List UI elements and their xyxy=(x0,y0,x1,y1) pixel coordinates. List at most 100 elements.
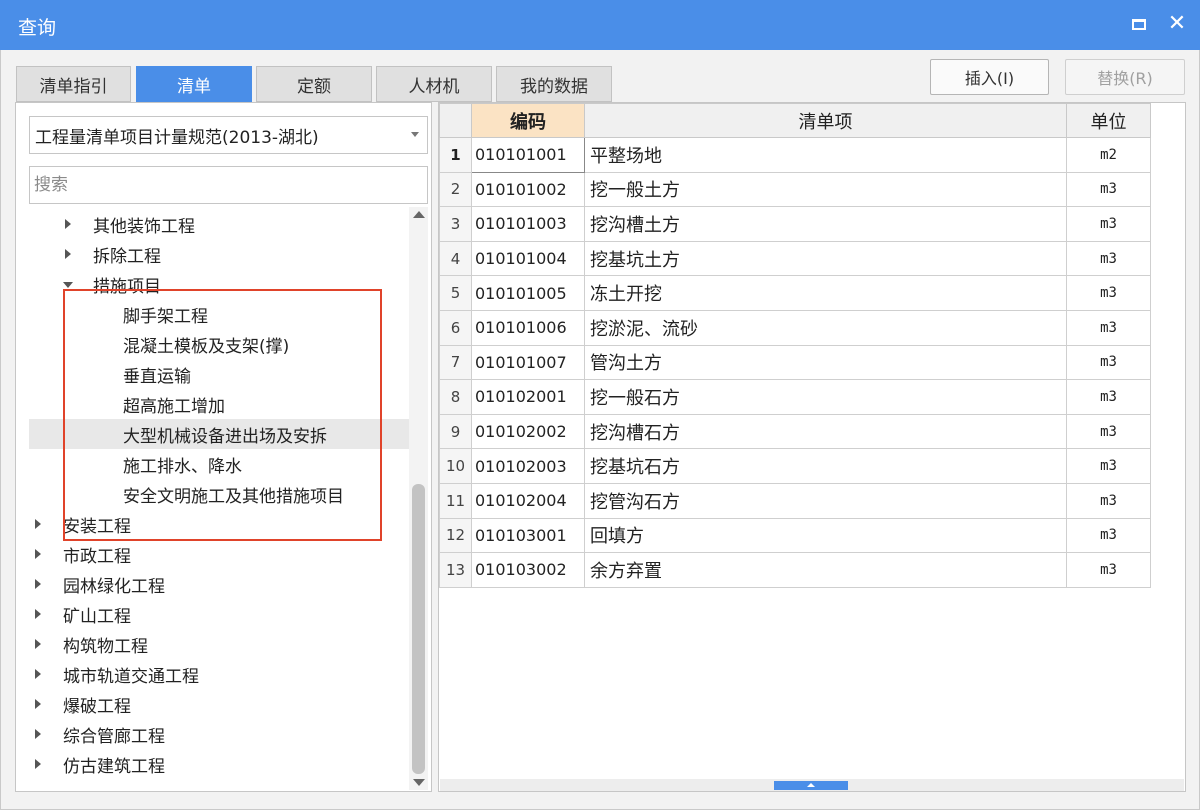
tree-item[interactable]: 矿山工程 xyxy=(29,599,409,629)
unit-cell[interactable]: m3 xyxy=(1066,275,1151,311)
code-cell[interactable]: 010103001 xyxy=(471,517,585,554)
tree-item[interactable]: 其他装饰工程 xyxy=(29,210,409,239)
code-cell[interactable]: 010101001 xyxy=(471,137,585,173)
tab-materials[interactable]: 人材机 xyxy=(376,66,492,102)
tree-item[interactable]: 垂直运输 xyxy=(29,359,409,389)
code-cell[interactable]: 010102002 xyxy=(471,413,585,450)
tree-item[interactable]: 安装工程 xyxy=(29,509,409,539)
search-input[interactable] xyxy=(29,166,428,204)
expand-right-icon[interactable] xyxy=(35,669,41,679)
expand-right-icon[interactable] xyxy=(65,219,71,229)
expand-right-icon[interactable] xyxy=(35,639,41,649)
scrollbar-thumb[interactable] xyxy=(412,484,425,774)
tree-item[interactable]: 大型机械设备进出场及安拆 xyxy=(29,419,409,449)
table-row[interactable]: 3 010101003 挖沟槽土方 m3 xyxy=(439,206,1151,242)
table-row[interactable]: 6 010101006 挖淤泥、流砂 m3 xyxy=(439,309,1151,346)
item-cell[interactable]: 冻土开挖 xyxy=(584,275,1067,311)
unit-cell[interactable]: m3 xyxy=(1066,379,1151,415)
expand-right-icon[interactable] xyxy=(65,249,71,259)
table-row[interactable]: 1 010101001 平整场地 m2 xyxy=(439,137,1151,173)
expand-right-icon[interactable] xyxy=(35,519,41,529)
expand-right-icon[interactable] xyxy=(35,759,41,769)
tree-item[interactable]: 爆破工程 xyxy=(29,689,409,719)
code-cell[interactable]: 010101002 xyxy=(471,171,585,208)
item-column-header[interactable]: 清单项 xyxy=(584,103,1067,138)
code-cell[interactable]: 010101005 xyxy=(471,275,585,311)
tree-item[interactable]: 综合管廊工程 xyxy=(29,719,409,749)
code-cell[interactable]: 010102004 xyxy=(471,482,585,519)
expand-handle[interactable] xyxy=(774,781,848,790)
tree-item[interactable]: 混凝土模板及支架(撑) xyxy=(29,329,409,359)
unit-cell[interactable]: m3 xyxy=(1066,552,1151,588)
tab-my-data[interactable]: 我的数据 xyxy=(496,66,612,102)
code-cell[interactable]: 010102003 xyxy=(471,448,585,484)
tree-item[interactable]: 超高施工增加 xyxy=(29,389,409,419)
table-row[interactable]: 8 010102001 挖一般石方 m3 xyxy=(439,379,1151,415)
item-cell[interactable]: 挖一般石方 xyxy=(584,379,1067,415)
code-cell[interactable]: 010101006 xyxy=(471,309,585,346)
unit-cell[interactable]: m3 xyxy=(1066,309,1151,346)
replace-button[interactable]: 替换(R) xyxy=(1065,59,1185,95)
tree-scrollbar[interactable] xyxy=(409,207,428,790)
tree-item[interactable]: 脚手架工程 xyxy=(29,299,409,329)
table-row[interactable]: 9 010102002 挖沟槽石方 m3 xyxy=(439,413,1151,450)
expand-right-icon[interactable] xyxy=(35,729,41,739)
unit-cell[interactable]: m3 xyxy=(1066,413,1151,450)
item-cell[interactable]: 管沟土方 xyxy=(584,344,1067,381)
unit-cell[interactable]: m3 xyxy=(1066,448,1151,484)
insert-button[interactable]: 插入(I) xyxy=(930,59,1049,95)
unit-cell[interactable]: m3 xyxy=(1066,344,1151,381)
item-cell[interactable]: 挖沟槽石方 xyxy=(584,413,1067,450)
item-cell[interactable]: 挖基坑土方 xyxy=(584,240,1067,277)
expand-right-icon[interactable] xyxy=(35,549,41,559)
tree-item[interactable]: 城市轨道交通工程 xyxy=(29,659,409,689)
unit-cell[interactable]: m2 xyxy=(1066,137,1151,173)
expand-down-icon[interactable] xyxy=(63,282,73,288)
table-row[interactable]: 10 010102003 挖基坑石方 m3 xyxy=(439,448,1151,484)
tree-item[interactable]: 仿古建筑工程 xyxy=(29,749,409,779)
unit-column-header[interactable]: 单位 xyxy=(1066,103,1151,138)
table-row[interactable]: 12 010103001 回填方 m3 xyxy=(439,517,1151,554)
spec-dropdown[interactable]: 工程量清单项目计量规范(2013-湖北) xyxy=(29,116,428,154)
item-cell[interactable]: 回填方 xyxy=(584,517,1067,554)
code-cell[interactable]: 010102001 xyxy=(471,379,585,415)
tab-bill[interactable]: 清单 xyxy=(136,66,252,102)
unit-cell[interactable]: m3 xyxy=(1066,240,1151,277)
code-cell[interactable]: 010101007 xyxy=(471,344,585,381)
table-row[interactable]: 11 010102004 挖管沟石方 m3 xyxy=(439,482,1151,519)
tree-item[interactable]: 园林绿化工程 xyxy=(29,569,409,599)
table-row[interactable]: 5 010101005 冻土开挖 m3 xyxy=(439,275,1151,311)
code-cell[interactable]: 010101003 xyxy=(471,206,585,242)
item-cell[interactable]: 挖管沟石方 xyxy=(584,482,1067,519)
unit-cell[interactable]: m3 xyxy=(1066,206,1151,242)
item-cell[interactable]: 挖基坑石方 xyxy=(584,448,1067,484)
item-cell[interactable]: 平整场地 xyxy=(584,137,1067,173)
table-bottom-scrollbar[interactable] xyxy=(440,779,1184,791)
item-cell[interactable]: 挖一般土方 xyxy=(584,171,1067,208)
expand-right-icon[interactable] xyxy=(35,609,41,619)
item-cell[interactable]: 挖淤泥、流砂 xyxy=(584,309,1067,346)
code-cell[interactable]: 010101004 xyxy=(471,240,585,277)
tree-item[interactable]: 市政工程 xyxy=(29,539,409,569)
item-cell[interactable]: 余方弃置 xyxy=(584,552,1067,588)
tab-guide[interactable]: 清单指引 xyxy=(16,66,131,102)
unit-cell[interactable]: m3 xyxy=(1066,517,1151,554)
scroll-down-icon[interactable] xyxy=(413,779,425,786)
table-row[interactable]: 13 010103002 余方弃置 m3 xyxy=(439,552,1151,588)
tree-item[interactable]: 拆除工程 xyxy=(29,239,409,269)
tab-quota[interactable]: 定额 xyxy=(256,66,372,102)
table-row[interactable]: 4 010101004 挖基坑土方 m3 xyxy=(439,240,1151,277)
expand-right-icon[interactable] xyxy=(35,699,41,709)
tree-item[interactable]: 施工排水、降水 xyxy=(29,449,409,479)
maximize-button[interactable] xyxy=(1126,12,1152,36)
table-row[interactable]: 2 010101002 挖一般土方 m3 xyxy=(439,171,1151,208)
table-row[interactable]: 7 010101007 管沟土方 m3 xyxy=(439,344,1151,381)
tree-item[interactable]: 措施项目 xyxy=(29,269,409,299)
code-column-header[interactable]: 编码 xyxy=(471,103,585,138)
unit-cell[interactable]: m3 xyxy=(1066,482,1151,519)
code-cell[interactable]: 010103002 xyxy=(471,552,585,588)
unit-cell[interactable]: m3 xyxy=(1066,171,1151,208)
scroll-up-icon[interactable] xyxy=(413,211,425,218)
close-button[interactable]: ✕ xyxy=(1164,12,1190,36)
tree-item[interactable]: 构筑物工程 xyxy=(29,629,409,659)
